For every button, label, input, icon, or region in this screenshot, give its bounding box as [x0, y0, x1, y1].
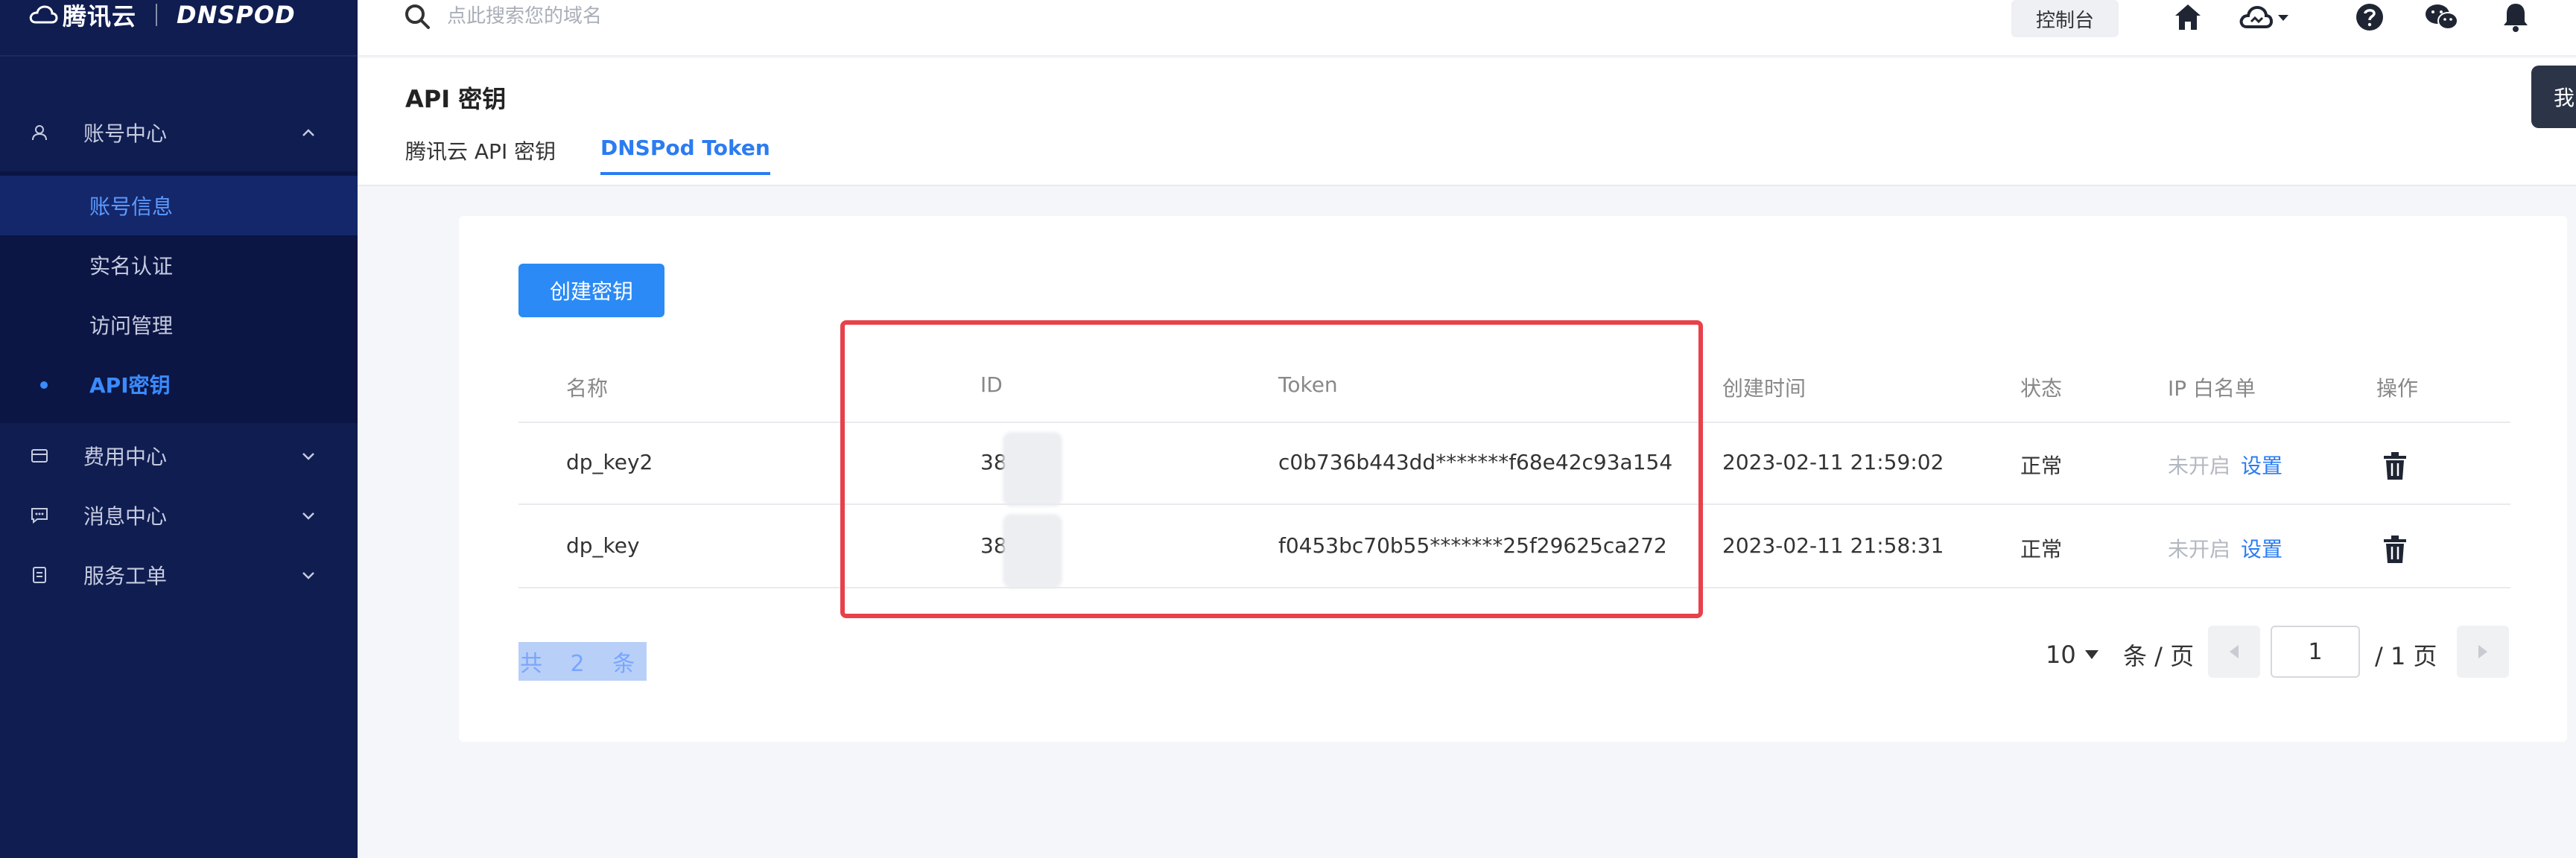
brand-name-cn: 腾讯云: [63, 2, 137, 31]
column-header-ip-whitelist: IP 白名单: [2168, 376, 2256, 401]
cloud-logo-icon: [29, 5, 58, 24]
chevron-down-icon: [302, 453, 314, 460]
tab-dnspod-token[interactable]: DNSPod Token: [600, 136, 770, 175]
sidebar-item-label: 实名认证: [89, 254, 174, 279]
prev-page-button[interactable]: [2208, 626, 2260, 678]
column-header-created: 创建时间: [1722, 376, 1806, 401]
total-count: 共 2 条: [518, 642, 647, 681]
wallet-icon: [31, 449, 48, 463]
sidebar-group-label: 消息中心: [83, 504, 168, 529]
chevron-up-icon: [302, 129, 314, 136]
ticket-icon: [33, 567, 46, 583]
key-name: dp_key: [566, 533, 640, 558]
help-icon[interactable]: [2354, 1, 2385, 33]
brand-separator: [156, 4, 158, 26]
total-pages-label: / 1 页: [2375, 642, 2437, 670]
user-icon: [32, 125, 47, 141]
sidebar-item-label: API密钥: [89, 373, 171, 398]
sidebar-item-label: 访问管理: [89, 314, 174, 338]
chevron-left-icon: [2230, 645, 2239, 658]
ip-whitelist-settings-link[interactable]: 设置: [2241, 450, 2282, 480]
sidebar-divider: [0, 55, 358, 57]
sidebar-group-label: 费用中心: [83, 445, 168, 469]
sidebar-group-account[interactable]: 账号中心: [0, 103, 358, 162]
bell-icon[interactable]: [2500, 1, 2531, 33]
active-dot-icon: [40, 381, 48, 389]
page-size-select[interactable]: 10: [2046, 641, 2098, 669]
caret-down-icon: [2084, 650, 2098, 659]
key-status: 正常: [2020, 537, 2063, 562]
next-page-button[interactable]: [2457, 626, 2509, 678]
sidebar-item-access-management[interactable]: 访问管理: [0, 295, 358, 355]
ip-whitelist-settings-link[interactable]: 设置: [2241, 533, 2282, 563]
trash-icon[interactable]: [2382, 451, 2408, 481]
tab-tencent-cloud-api-key[interactable]: 腾讯云 API 密钥: [405, 136, 556, 177]
create-key-button[interactable]: 创建密钥: [518, 264, 664, 317]
page-header: API 密钥 腾讯云 API 密钥 DNSPod Token: [358, 58, 2576, 186]
chevron-right-icon: [2478, 645, 2487, 658]
ip-whitelist-status: 未开启: [2168, 454, 2231, 478]
per-page-label: 条 / 页: [2123, 642, 2195, 670]
page-size-value: 10: [2046, 641, 2076, 669]
cloud-dropdown-icon[interactable]: [2238, 1, 2291, 33]
top-bar: 控制台: [358, 0, 2576, 57]
brand-logo[interactable]: 腾讯云 DNSPOD: [28, 0, 296, 31]
home-icon[interactable]: [2172, 1, 2204, 33]
annotation-highlight-box: [840, 320, 1703, 618]
sidebar-item-api-keys[interactable]: API密钥: [0, 355, 358, 414]
key-name: dp_key2: [566, 450, 653, 474]
column-header-name: 名称: [566, 376, 609, 401]
sidebar-item-real-name[interactable]: 实名认证: [0, 235, 358, 295]
column-header-actions: 操作: [2376, 376, 2419, 401]
current-page-input[interactable]: [2271, 626, 2360, 678]
key-created-time: 2023-02-11 21:59:02: [1722, 450, 1944, 474]
sidebar: 腾讯云 DNSPOD 账号中心 账号信息 实名认证 访问管理 API密钥 费用中…: [0, 0, 358, 858]
chevron-down-icon: [302, 572, 314, 579]
sidebar-group-billing[interactable]: 费用中心: [0, 426, 358, 486]
sidebar-group-tickets[interactable]: 服务工单: [0, 545, 358, 605]
sidebar-item-account-info[interactable]: 账号信息: [0, 176, 358, 235]
column-header-status: 状态: [2020, 376, 2063, 401]
console-button[interactable]: 控制台: [2011, 0, 2119, 37]
sidebar-group-label: 账号中心: [83, 121, 168, 146]
trash-icon[interactable]: [2382, 535, 2408, 565]
brand-name-en: DNSPOD: [177, 1, 296, 29]
chevron-down-icon: [302, 512, 314, 520]
page-title: API 密钥: [405, 85, 507, 113]
wechat-icon[interactable]: [2424, 1, 2460, 33]
message-icon: [31, 508, 48, 524]
sidebar-group-label: 服务工单: [83, 564, 168, 588]
ip-whitelist-status: 未开启: [2168, 537, 2231, 562]
search-icon[interactable]: [402, 1, 432, 31]
key-created-time: 2023-02-11 21:58:31: [1722, 533, 1944, 558]
floating-side-tab[interactable]: 我: [2531, 66, 2576, 128]
floating-side-tab-label: 我: [2554, 86, 2575, 110]
sidebar-group-messages[interactable]: 消息中心: [0, 486, 358, 545]
sidebar-item-label: 账号信息: [89, 194, 174, 219]
key-status: 正常: [2020, 454, 2063, 478]
domain-search-input[interactable]: [447, 0, 894, 33]
